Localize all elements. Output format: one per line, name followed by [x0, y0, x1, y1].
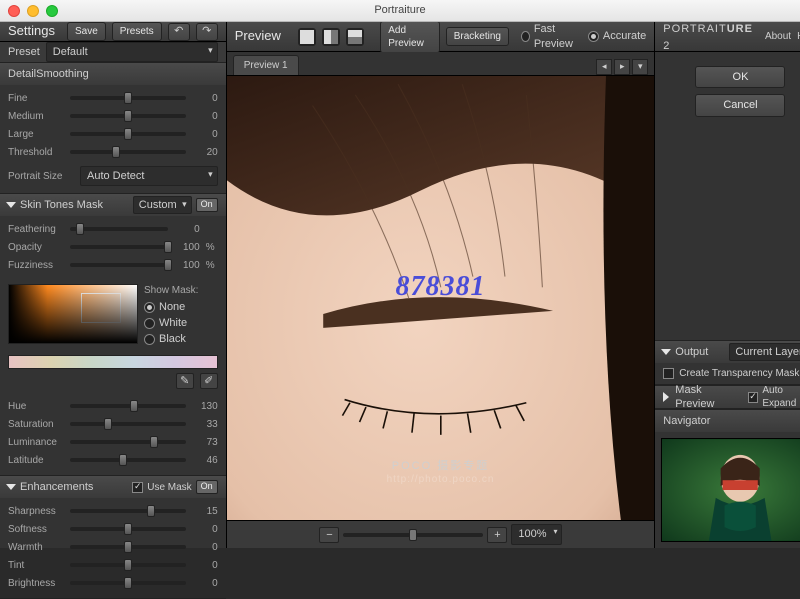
tint-slider[interactable]: [70, 563, 186, 567]
eyedropper-button[interactable]: ✎: [176, 373, 194, 389]
auto-expand-checkbox[interactable]: [748, 392, 759, 403]
disclosure-icon: [6, 484, 16, 490]
softness-slider[interactable]: [70, 527, 186, 531]
warmth-slider[interactable]: [70, 545, 186, 549]
cancel-button[interactable]: Cancel: [695, 94, 785, 116]
output-layer-select[interactable]: Current Layer: [729, 343, 800, 361]
detail-smoothing-header[interactable]: DetailSmoothing: [0, 63, 226, 85]
undo-button[interactable]: ↶: [168, 23, 190, 41]
mask-white-radio[interactable]: White: [144, 315, 218, 331]
presets-button[interactable]: Presets: [112, 22, 162, 41]
poco-watermark: POCO 摄影专题 http://photo.poco.cn: [227, 455, 655, 486]
add-preview-button[interactable]: Add Preview: [380, 21, 440, 53]
zoom-slider[interactable]: [343, 533, 483, 537]
preview-tab[interactable]: Preview 1: [233, 55, 299, 75]
ok-button[interactable]: OK: [695, 66, 785, 88]
bracketing-button[interactable]: Bracketing: [446, 27, 509, 46]
view-split-v-icon: [347, 29, 363, 45]
preview-title: Preview: [235, 28, 281, 45]
view-single-icon: [299, 29, 315, 45]
opacity-slider[interactable]: [70, 245, 168, 249]
medium-slider[interactable]: [70, 114, 186, 118]
portrait-size-select[interactable]: Auto Detect: [80, 166, 218, 186]
hue-slider[interactable]: [70, 404, 186, 408]
watermark-text: 878381: [395, 271, 485, 303]
fuzziness-slider[interactable]: [70, 263, 168, 267]
sharpness-slider[interactable]: [70, 509, 186, 513]
saturation-slider[interactable]: [70, 422, 186, 426]
disclosure-icon: [663, 392, 669, 402]
settings-title: Settings: [8, 23, 55, 40]
luminance-slider[interactable]: [70, 440, 186, 444]
mask-preview-header[interactable]: Mask Preview Auto Expand: [655, 386, 800, 408]
view-split-v-button[interactable]: [346, 28, 364, 46]
enhancements-header[interactable]: Enhancements Use Mask On: [0, 476, 226, 498]
brand-title: PORTRAITURE 2: [663, 20, 753, 53]
disclosure-icon: [6, 202, 16, 208]
use-mask-checkbox[interactable]: [132, 482, 143, 493]
redo-button[interactable]: ↷: [196, 23, 218, 41]
color-picker[interactable]: [8, 284, 138, 344]
transparency-mask-checkbox[interactable]: [663, 368, 674, 379]
save-button[interactable]: Save: [67, 22, 106, 41]
hue-bar[interactable]: [8, 355, 218, 369]
preview-canvas[interactable]: 878381 POCO 摄影专题 http://photo.poco.cn: [227, 76, 655, 520]
skin-tones-header[interactable]: Skin Tones Mask Custom On: [0, 194, 226, 216]
output-header[interactable]: Output Current Layer: [655, 341, 800, 363]
tab-prev-button[interactable]: ◂: [596, 59, 612, 75]
fast-preview-radio[interactable]: Fast Preview: [521, 29, 582, 45]
transparency-mask-label: Create Transparency Mask: [679, 367, 799, 380]
tab-menu-button[interactable]: ▾: [632, 59, 648, 75]
about-link[interactable]: About: [765, 30, 791, 43]
feathering-slider[interactable]: [70, 227, 168, 231]
show-mask-label: Show Mask:: [144, 284, 218, 297]
mask-black-radio[interactable]: Black: [144, 331, 218, 347]
navigator-image: [662, 439, 800, 541]
eyedropper-minus-button[interactable]: ✐: [200, 373, 218, 389]
preset-label: Preset: [8, 45, 40, 59]
color-selection-box: [81, 293, 121, 323]
eyedropper-icon: ✎: [180, 374, 189, 388]
undo-icon: ↶: [174, 24, 183, 38]
view-split-h-icon: [323, 29, 339, 45]
threshold-slider[interactable]: [70, 150, 186, 154]
zoom-select[interactable]: 100%: [511, 524, 561, 544]
fine-slider[interactable]: [70, 96, 186, 100]
navigator-header[interactable]: Navigator: [655, 410, 800, 432]
latitude-slider[interactable]: [70, 458, 186, 462]
large-slider[interactable]: [70, 132, 186, 136]
navigator-thumbnail[interactable]: [661, 438, 800, 542]
view-single-button[interactable]: [298, 28, 316, 46]
window-title: Portraiture: [0, 3, 800, 17]
settings-panel: Settings Save Presets ↶ ↷ Preset Default…: [0, 22, 227, 548]
disclosure-icon: [661, 349, 671, 355]
skin-mode-select[interactable]: Custom: [133, 196, 192, 214]
window-titlebar: Portraiture: [0, 0, 800, 22]
right-panel: PORTRAITURE 2 About Help OK Cancel Outpu…: [655, 22, 800, 548]
view-split-h-button[interactable]: [322, 28, 340, 46]
accurate-radio[interactable]: Accurate: [588, 29, 646, 45]
brightness-slider[interactable]: [70, 581, 186, 585]
mask-none-radio[interactable]: None: [144, 299, 218, 315]
eyedropper-minus-icon: ✐: [204, 374, 213, 388]
zoom-out-button[interactable]: −: [319, 527, 339, 543]
preset-select[interactable]: Default: [46, 42, 218, 62]
redo-icon: ↷: [202, 24, 211, 38]
tab-next-button[interactable]: ▸: [614, 59, 630, 75]
skin-on-toggle[interactable]: On: [196, 198, 218, 212]
enh-on-toggle[interactable]: On: [196, 480, 218, 494]
zoom-in-button[interactable]: +: [487, 527, 507, 543]
preview-panel: Preview Add Preview Bracketing Fast Prev…: [227, 22, 656, 548]
